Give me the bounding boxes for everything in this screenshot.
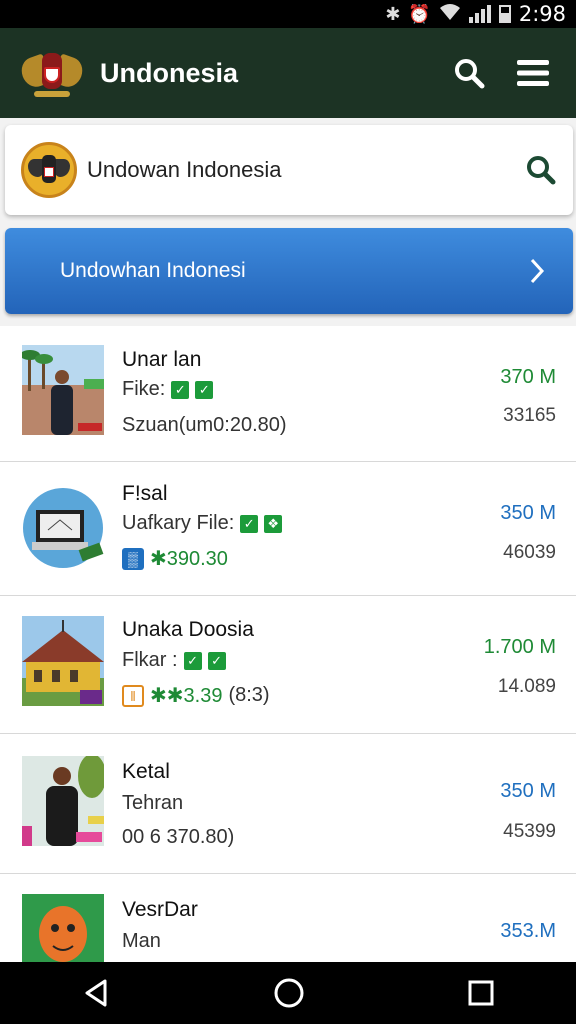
thumbnail-image xyxy=(22,345,104,435)
item-size: 370 M xyxy=(500,366,556,388)
search-icon xyxy=(455,59,485,89)
list-item[interactable]: F!sal Uafkary File: ✓ ❖ ▒ ✱390.30 350 M 4… xyxy=(0,462,576,596)
back-icon[interactable] xyxy=(81,978,111,1008)
item-size: 353.M xyxy=(500,920,556,942)
item-subtitle: Uafkary File: ✓ ❖ xyxy=(122,512,283,535)
item-size: 350 M xyxy=(500,502,556,524)
home-icon[interactable] xyxy=(273,977,305,1009)
signal-icon xyxy=(468,5,491,23)
house-thumbnail-image xyxy=(22,616,104,706)
list-item[interactable]: Ketal Tehran 00 6 370.80) 350 M 45399 xyxy=(0,734,576,874)
thumbnail-image xyxy=(22,756,104,846)
item-count: 14.089 xyxy=(497,676,556,697)
item-title: Ketal xyxy=(122,760,170,783)
menu-button[interactable] xyxy=(510,50,556,96)
hamburger-menu-icon xyxy=(517,60,549,86)
list-item[interactable]: Unar lan Fike: ✓ ✓ Szuan(um0:20.80) 370 M… xyxy=(0,326,576,462)
item-title: Unaka Doosia xyxy=(122,618,254,641)
check-icon: ✓ xyxy=(207,651,226,670)
item-meta-text: Szuan(um0:20.80) xyxy=(122,414,287,436)
search-icon[interactable] xyxy=(525,154,557,186)
item-meta: Szuan(um0:20.80) xyxy=(122,414,287,437)
item-file-label: Uafkary File: xyxy=(122,512,235,534)
item-subtitle: Man xyxy=(122,930,161,953)
recents-icon[interactable] xyxy=(467,979,495,1007)
alarm-icon: ⏰ xyxy=(408,3,431,25)
item-meta-text: 00 6 370.80) xyxy=(122,826,235,848)
search-button[interactable] xyxy=(446,50,492,96)
item-title: F!sal xyxy=(122,482,168,505)
bluetooth-icon: ✱ xyxy=(385,3,401,25)
search-input[interactable]: Undowan Indonesia xyxy=(87,157,525,183)
item-subtitle: Tehran xyxy=(122,792,183,815)
item-file-label: Flkar : xyxy=(122,649,178,671)
check-icon: ✓ xyxy=(195,380,214,399)
check-icon: ✓ xyxy=(240,514,259,533)
battery-icon xyxy=(498,5,511,23)
app-icon: ‖ xyxy=(122,684,144,707)
file-list: Unar lan Fike: ✓ ✓ Szuan(um0:20.80) 370 M… xyxy=(0,326,576,984)
item-size: 1.700 M xyxy=(483,636,556,658)
item-meta: ‖ ✱✱3.39 (8:3) xyxy=(122,683,270,708)
item-file-label: Tehran xyxy=(122,792,184,814)
emblem-avatar xyxy=(21,142,77,198)
item-title: Unar lan xyxy=(122,348,202,371)
item-meta-text: ✱390.30 xyxy=(150,548,228,570)
list-item[interactable]: Unaka Doosia Flkar : ✓ ✓ ‖ ✱✱3.39 (8:3) 1… xyxy=(0,596,576,734)
search-card[interactable]: Undowan Indonesia xyxy=(5,125,573,215)
app-title: Undonesia xyxy=(100,57,239,88)
check-icon: ✓ xyxy=(183,651,202,670)
item-meta-extra: (8:3) xyxy=(228,684,270,706)
banner-label: Undowhan Indonesi xyxy=(60,259,246,282)
item-count: 45399 xyxy=(503,821,556,842)
computer-thumbnail-icon xyxy=(22,484,104,574)
item-file-label: Fike: xyxy=(122,378,166,400)
item-title: VesrDar xyxy=(122,898,198,921)
garuda-logo-icon xyxy=(17,43,87,103)
item-count: 33165 xyxy=(503,405,556,426)
item-count: 46039 xyxy=(503,542,556,563)
clock: 2:98 xyxy=(518,2,566,26)
item-file-label: Man xyxy=(122,930,161,952)
list-item[interactable]: VesrDar Man 353.M xyxy=(0,874,576,984)
category-banner[interactable]: Undowhan Indonesi xyxy=(5,228,573,314)
item-subtitle: Fike: ✓ ✓ xyxy=(122,378,214,401)
system-nav-bar xyxy=(0,962,576,1024)
app-bar: Undonesia xyxy=(0,28,576,118)
plus-icon: ❖ xyxy=(264,514,283,533)
item-meta: ▒ ✱390.30 xyxy=(122,546,228,571)
item-size: 350 M xyxy=(500,780,556,802)
item-subtitle: Flkar : ✓ ✓ xyxy=(122,649,226,672)
item-meta: 00 6 370.80) xyxy=(122,826,234,849)
item-meta-text: ✱✱3.39 xyxy=(150,685,223,707)
wifi-icon xyxy=(439,3,461,26)
chevron-right-icon xyxy=(530,258,545,284)
check-icon: ✓ xyxy=(171,380,190,399)
app-icon: ▒ xyxy=(122,547,144,570)
status-bar: ✱ ⏰ 2:98 xyxy=(0,0,576,28)
